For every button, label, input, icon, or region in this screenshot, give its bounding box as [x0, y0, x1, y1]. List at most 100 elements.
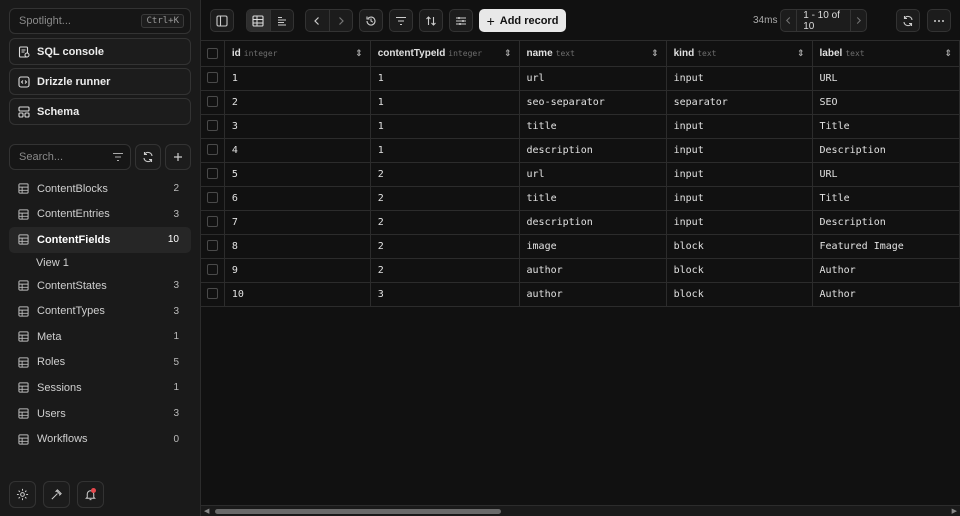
column-header[interactable]: label text ⇕	[812, 41, 960, 67]
sort-toggle-icon[interactable]: ⇕	[944, 48, 952, 59]
row-checkbox[interactable]	[206, 288, 218, 300]
sidebar-item-table[interactable]: Meta 1	[9, 324, 191, 350]
next-page-button[interactable]	[849, 10, 866, 31]
table-cell[interactable]: input	[666, 186, 813, 211]
table-cell[interactable]: 6	[224, 186, 371, 211]
scrollbar-thumb[interactable]	[215, 509, 501, 514]
table-cell[interactable]: url	[519, 66, 667, 91]
table-cell[interactable]: URL	[812, 66, 960, 91]
sidebar-item-table[interactable]: Workflows 0	[9, 426, 191, 452]
table-row[interactable]: 4 1 description input Description	[201, 138, 960, 163]
table-cell[interactable]: 4	[224, 138, 371, 163]
refresh-tables-button[interactable]	[135, 144, 161, 170]
table-row[interactable]: 9 2 author block Author	[201, 258, 960, 283]
table-cell[interactable]: author	[519, 258, 667, 283]
table-cell[interactable]: separator	[666, 90, 813, 115]
table-cell[interactable]: block	[666, 282, 813, 307]
table-cell[interactable]: 1	[370, 90, 520, 115]
sidebar-item-table[interactable]: ContentEntries 3	[9, 202, 191, 228]
table-cell[interactable]: seo-separator	[519, 90, 667, 115]
tools-button[interactable]	[43, 481, 70, 508]
table-cell[interactable]: 2	[370, 258, 520, 283]
table-cell[interactable]: Description	[812, 138, 960, 163]
row-checkbox[interactable]	[206, 240, 218, 252]
table-cell[interactable]: SEO	[812, 90, 960, 115]
toggle-sidebar-button[interactable]	[210, 9, 234, 32]
row-checkbox[interactable]	[206, 72, 218, 84]
sidebar-item-table[interactable]: Users 3	[9, 401, 191, 427]
table-cell[interactable]: 8	[224, 234, 371, 259]
table-cell[interactable]: title	[519, 114, 667, 139]
table-cell[interactable]: 2	[370, 234, 520, 259]
column-header[interactable]: name text ⇕	[519, 41, 667, 67]
table-cell[interactable]: Author	[812, 282, 960, 307]
table-cell[interactable]: Description	[812, 210, 960, 235]
table-cell[interactable]: Featured Image	[812, 234, 960, 259]
table-cell[interactable]: 2	[224, 90, 371, 115]
scroll-right-icon[interactable]: ▶	[952, 507, 957, 515]
table-cell[interactable]: input	[666, 210, 813, 235]
table-row[interactable]: 7 2 description input Description	[201, 210, 960, 235]
table-cell[interactable]: input	[666, 138, 813, 163]
table-cell[interactable]: 1	[370, 66, 520, 91]
table-cell[interactable]: Title	[812, 114, 960, 139]
table-cell[interactable]: Author	[812, 258, 960, 283]
column-header[interactable]: kind text ⇕	[666, 41, 813, 67]
prev-page-button[interactable]	[781, 10, 798, 31]
table-cell[interactable]: 1	[370, 114, 520, 139]
row-checkbox[interactable]	[206, 216, 218, 228]
scroll-left-icon[interactable]: ◀	[204, 507, 209, 515]
table-cell[interactable]: 10	[224, 282, 371, 307]
sidebar-item-table[interactable]: Sessions 1	[9, 375, 191, 401]
table-search-input[interactable]	[19, 151, 99, 163]
schema-button[interactable]: Schema	[9, 98, 191, 125]
select-all-checkbox[interactable]	[206, 47, 218, 59]
table-cell[interactable]: 3	[370, 282, 520, 307]
sort-toggle-icon[interactable]: ⇕	[651, 48, 659, 59]
table-cell[interactable]: URL	[812, 162, 960, 187]
notifications-button[interactable]	[77, 481, 104, 508]
table-cell[interactable]: block	[666, 258, 813, 283]
history-button[interactable]	[359, 9, 383, 32]
settings-button[interactable]	[9, 481, 36, 508]
table-cell[interactable]: 2	[370, 186, 520, 211]
row-checkbox[interactable]	[206, 264, 218, 276]
table-cell[interactable]: Title	[812, 186, 960, 211]
more-options-button[interactable]	[927, 9, 951, 32]
sort-button[interactable]	[419, 9, 443, 32]
table-cell[interactable]: 7	[224, 210, 371, 235]
table-cell[interactable]: 1	[224, 66, 371, 91]
table-cell[interactable]: image	[519, 234, 667, 259]
sort-toggle-icon[interactable]: ⇕	[355, 48, 363, 59]
add-table-button[interactable]	[165, 144, 191, 170]
drizzle-runner-button[interactable]: Drizzle runner	[9, 68, 191, 95]
table-cell[interactable]: author	[519, 282, 667, 307]
filter-button[interactable]	[389, 9, 413, 32]
sql-console-button[interactable]: SQL console	[9, 38, 191, 65]
table-cell[interactable]: title	[519, 186, 667, 211]
table-cell[interactable]: 3	[224, 114, 371, 139]
table-cell[interactable]: 1	[370, 138, 520, 163]
table-cell[interactable]: 2	[370, 162, 520, 187]
table-cell[interactable]: 5	[224, 162, 371, 187]
table-cell[interactable]: description	[519, 138, 667, 163]
table-cell[interactable]: input	[666, 162, 813, 187]
table-cell[interactable]: block	[666, 234, 813, 259]
table-row[interactable]: 6 2 title input Title	[201, 186, 960, 211]
forward-button[interactable]	[328, 10, 352, 31]
back-button[interactable]	[306, 10, 329, 31]
row-checkbox[interactable]	[206, 120, 218, 132]
sidebar-item-table[interactable]: ContentFields 10	[9, 227, 191, 253]
column-header[interactable]: contentTypeId integer ⇕	[370, 41, 520, 67]
add-record-button[interactable]: + Add record	[479, 9, 566, 32]
table-row[interactable]: 2 1 seo-separator separator SEO	[201, 90, 960, 115]
row-checkbox[interactable]	[206, 192, 218, 204]
filter-icon[interactable]	[112, 152, 124, 162]
table-cell[interactable]: input	[666, 66, 813, 91]
sidebar-item-table[interactable]: ContentBlocks 2	[9, 176, 191, 202]
table-view-button[interactable]	[247, 10, 270, 31]
table-cell[interactable]: input	[666, 114, 813, 139]
sidebar-item-table[interactable]: ContentTypes 3	[9, 298, 191, 324]
table-cell[interactable]: description	[519, 210, 667, 235]
columns-settings-button[interactable]	[449, 9, 473, 32]
